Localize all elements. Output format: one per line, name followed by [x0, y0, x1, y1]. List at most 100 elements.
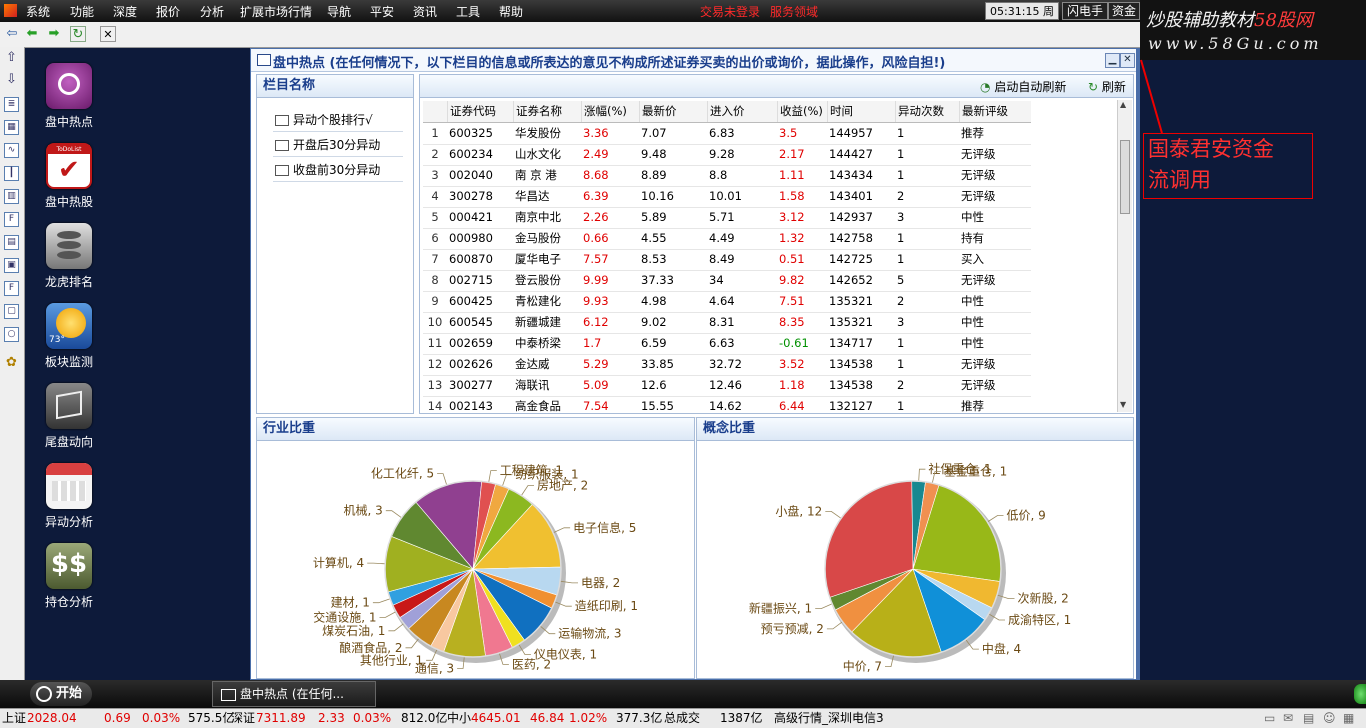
table-row[interactable]: 13 300277 海联讯 5.09 12.6 12.46 1.18 134538 2 无评级 [423, 375, 1031, 397]
desktop-icon-hotspot[interactable]: 盘中热点 [38, 63, 100, 130]
pie-slice-label: 造纸印刷, 1 [575, 599, 638, 613]
start-button[interactable]: 开始 [30, 682, 92, 706]
table-row[interactable]: 3 002040 南 京 港 8.68 8.89 8.8 1.11 143434 1 无评级 [423, 165, 1031, 187]
table-row[interactable]: 1 600325 华发股份 3.36 7.07 6.83 3.5 144957 1 推荐 [423, 123, 1031, 145]
column-item-close-30min[interactable]: 收盘前30分异动 [273, 159, 403, 182]
table-row[interactable]: 9 600425 青松建化 9.93 4.98 4.64 7.51 135321 2 中性 [423, 291, 1031, 313]
close-icon[interactable]: ✕ [100, 26, 116, 42]
column-header[interactable]: 进入价 [707, 101, 778, 122]
window-close-button[interactable]: ✕ [1120, 53, 1135, 68]
column-item-open-30min[interactable]: 开盘后30分异动 [273, 134, 403, 157]
grid-icon[interactable]: ▦ [4, 120, 19, 135]
down-arrow-icon[interactable]: ⇩ [4, 73, 19, 88]
up-arrow-icon[interactable]: ⇧ [4, 51, 19, 66]
desktop-icon-label: 持仓分析 [44, 595, 93, 609]
scroll-down-icon[interactable]: ▼ [1120, 400, 1126, 409]
menu-item-depth[interactable]: 深度 [113, 3, 137, 20]
desktop-icon-position-analysis[interactable]: $$ 持仓分析 [38, 543, 100, 610]
notes-icon[interactable]: ▣ [4, 258, 19, 273]
menu-item-help[interactable]: 帮助 [499, 3, 523, 20]
table-cell: 600870 [449, 252, 493, 266]
flash-trade-button[interactable]: 闪电手 [1062, 2, 1108, 20]
server-name[interactable]: 高级行情_深圳电信3 [774, 709, 884, 728]
settings-icon[interactable]: ✿ [4, 356, 19, 371]
industry-share-title: 行业比重 [257, 418, 694, 441]
menu-item-news[interactable]: 资讯 [413, 3, 437, 20]
status-globe-icon[interactable] [1354, 684, 1366, 704]
tray-user-icon[interactable]: ☺ [1323, 709, 1336, 728]
desktop-icon-hot-stocks[interactable]: ToDoList ✔ 盘中热股 [38, 143, 100, 210]
circle-icon[interactable]: ○ [4, 327, 19, 342]
table-row[interactable]: 2 600234 山水文化 2.49 9.48 9.28 2.17 144427 1 无评级 [423, 144, 1031, 166]
column-header[interactable]: 异动次数 [895, 101, 960, 122]
f10-icon[interactable]: F [4, 212, 19, 227]
taskbar-item-hotspot[interactable]: 盘中热点 (在任何... [212, 681, 376, 707]
table-cell: 8.8 [709, 168, 728, 182]
minimize-button[interactable]: ▁ [1105, 53, 1120, 68]
refresh-button[interactable]: ↻ 刷新 [1088, 78, 1126, 95]
report-icon[interactable]: ▤ [4, 235, 19, 250]
auto-refresh-button[interactable]: ◔ 启动自动刷新 [980, 78, 1066, 95]
table-row[interactable]: 12 002626 金达威 5.29 33.85 32.72 3.52 134538 1 无评级 [423, 354, 1031, 376]
desktop-icon-dragon-tiger[interactable]: 龙虎排名 [38, 223, 100, 290]
table-row[interactable]: 8 002715 登云股份 9.99 37.33 34 9.82 142652 5 无评级 [423, 270, 1031, 292]
table-row[interactable]: 7 600870 厦华电子 7.57 8.53 8.49 0.51 142725 1 买入 [423, 249, 1031, 271]
table-cell: 34 [709, 273, 724, 287]
menu-item-function[interactable]: 功能 [70, 3, 94, 20]
auto-refresh-icon: ◔ [980, 80, 991, 94]
column-header[interactable]: 证券名称 [513, 101, 582, 122]
column-item-anomaly-rank[interactable]: 异动个股排行√ [273, 109, 403, 132]
tray-grid-icon[interactable]: ▦ [1343, 709, 1354, 728]
tray-mail-icon[interactable]: ✉ [1283, 709, 1293, 728]
table-cell: 135321 [829, 294, 873, 308]
tray-monitor-icon[interactable]: ▭ [1264, 709, 1275, 728]
table-row[interactable]: 14 002143 高金食品 7.54 15.55 14.62 6.44 132127 1 推荐 [423, 396, 1031, 418]
ftc-icon[interactable]: F [4, 281, 19, 296]
green-right-arrow-icon[interactable]: ➡ [46, 26, 62, 42]
desktop-icon-anomaly-analysis[interactable]: 异动分析 [38, 463, 100, 530]
table-cell: 1.58 [779, 189, 805, 203]
table-scrollbar[interactable]: ▲ ▼ [1117, 100, 1132, 412]
service-area-link[interactable]: 服务领域 [770, 3, 818, 20]
column-header[interactable]: 涨幅(%) [581, 101, 640, 122]
table-cell: 山水文化 [515, 147, 561, 161]
scrollbar-thumb[interactable] [1120, 140, 1130, 214]
column-header[interactable]: 最新评级 [959, 101, 1030, 122]
table-row[interactable]: 6 000980 金马股份 0.66 4.55 4.49 1.32 142758 1 持有 [423, 228, 1031, 250]
pie-slice-label: 预亏预减, 2 [761, 622, 824, 636]
quote-list-icon[interactable]: ≣ [4, 97, 19, 112]
candle-chart-icon[interactable]: ┃ [4, 166, 19, 181]
trade-login-status[interactable]: 交易未登录 [700, 3, 760, 20]
column-header[interactable]: 收益(%) [777, 101, 828, 122]
refresh-icon[interactable]: ↻ [70, 26, 86, 42]
menu-item-nav[interactable]: 导航 [327, 3, 351, 20]
tray-chart-icon[interactable]: ▤ [1303, 709, 1314, 728]
table-cell: 中性 [961, 315, 984, 329]
table-row[interactable]: 10 600545 新疆城建 6.12 9.02 8.31 8.35 135321 3 中性 [423, 312, 1031, 334]
desktop-icon-closing-trend[interactable]: 尾盘动向 [38, 383, 100, 450]
green-left-arrow-icon[interactable]: ⬅ [24, 26, 40, 42]
table-cell: 8.53 [641, 252, 667, 266]
sh-turnover: 575.5亿 [188, 711, 235, 725]
table-row[interactable]: 5 000421 南京中北 2.26 5.89 5.71 3.12 142937 3 中性 [423, 207, 1031, 229]
fund-button[interactable]: 资金 [1108, 2, 1140, 20]
column-header[interactable]: 时间 [827, 101, 896, 122]
table-row[interactable]: 4 300278 华昌达 6.39 10.16 10.01 1.58 143401 2 无评级 [423, 186, 1031, 208]
menu-item-ext-market[interactable]: 扩展市场行情 [240, 3, 312, 20]
window-titlebar[interactable]: 盘中热点 (在任何情况下，以下栏目的信息或所表达的意见不构成所述证券买卖的出价或… [251, 49, 1136, 72]
table-row[interactable]: 11 002659 中泰桥梁 1.7 6.59 6.63 -0.61 134717 1 中性 [423, 333, 1031, 355]
table-cell: 买入 [961, 252, 984, 266]
desktop-icon-sector-monitor[interactable]: 73° 板块监测 [38, 303, 100, 370]
menu-item-pingan[interactable]: 平安 [370, 3, 394, 20]
bar-chart-icon[interactable]: ▥ [4, 189, 19, 204]
column-header[interactable]: 最新价 [639, 101, 708, 122]
menu-item-system[interactable]: 系统 [26, 3, 50, 20]
scroll-up-icon[interactable]: ▲ [1120, 100, 1126, 109]
menu-item-quote[interactable]: 报价 [156, 3, 180, 20]
line-chart-icon[interactable]: ∿ [4, 143, 19, 158]
menu-item-analysis[interactable]: 分析 [200, 3, 224, 20]
back-arrow-icon[interactable]: ⇦ [4, 26, 20, 42]
menu-item-tools[interactable]: 工具 [456, 3, 480, 20]
window-icon[interactable]: ▢ [4, 304, 19, 319]
column-header[interactable]: 证券代码 [447, 101, 514, 122]
